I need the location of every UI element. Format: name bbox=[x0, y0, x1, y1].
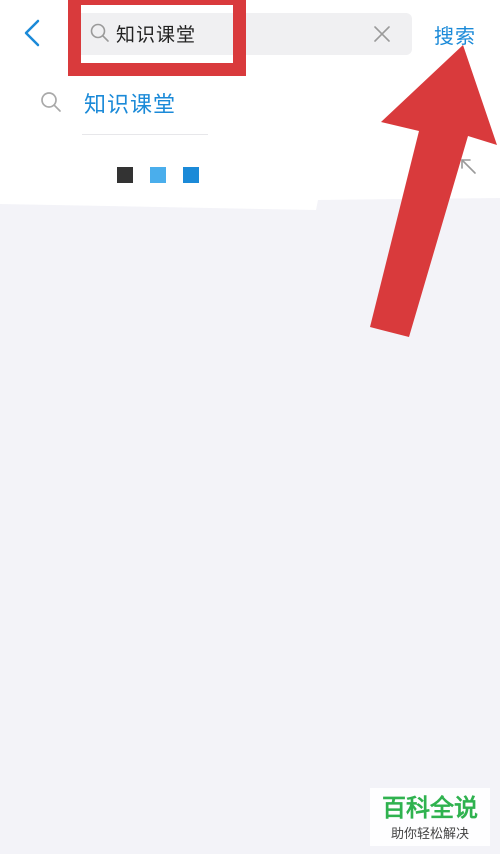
loading-dot bbox=[183, 167, 199, 183]
svg-text:助你轻松解决: 助你轻松解决 bbox=[391, 827, 469, 842]
loading-dot bbox=[117, 167, 133, 183]
search-icon bbox=[90, 23, 109, 42]
watermark-logo: 百科全说 助你轻松解决 bbox=[370, 788, 490, 846]
back-button[interactable] bbox=[14, 14, 50, 54]
search-icon bbox=[41, 92, 61, 112]
arrow-up-left-icon[interactable] bbox=[458, 156, 478, 176]
loading-indicator bbox=[117, 167, 199, 183]
close-icon bbox=[374, 26, 390, 42]
suggestion-item[interactable]: 知识课堂 bbox=[84, 87, 176, 119]
search-query-text: 知识课堂 bbox=[116, 24, 197, 46]
loading-dot bbox=[150, 167, 166, 183]
svg-text:百科全说: 百科全说 bbox=[382, 794, 478, 822]
clear-button[interactable] bbox=[372, 24, 392, 44]
chevron-left-icon bbox=[24, 19, 40, 47]
search-button[interactable]: 搜索 bbox=[434, 20, 476, 49]
divider bbox=[82, 134, 208, 135]
